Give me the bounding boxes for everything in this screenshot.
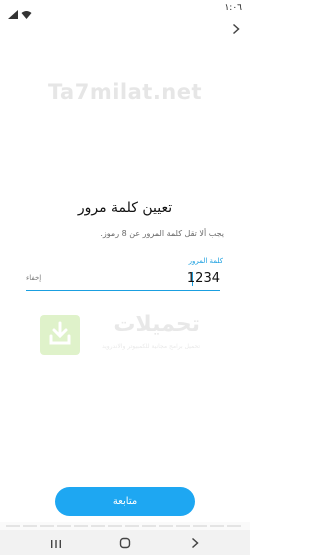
watermark-logo-subtext: تحميل برامج مجانية للكمبيوتر والاندرويد xyxy=(101,343,200,350)
nav-back-button[interactable] xyxy=(185,535,205,551)
signal-icon xyxy=(8,4,18,19)
continue-button[interactable]: متابعة xyxy=(55,487,195,516)
footer-strip-text xyxy=(6,525,244,527)
watermark-logo-text: تحميلات xyxy=(113,312,200,337)
home-button[interactable] xyxy=(115,535,135,551)
back-button[interactable] xyxy=(229,22,243,36)
watermark-logo: تحميلات تحميل برامج مجانية للكمبيوتر وال… xyxy=(40,312,200,358)
status-bar: ١:٠٦ xyxy=(0,0,250,19)
status-icons xyxy=(8,4,32,19)
password-value: 1234 xyxy=(186,271,220,286)
chevron-right-icon xyxy=(232,20,240,39)
footer-strip xyxy=(0,522,250,530)
home-icon xyxy=(119,534,131,553)
watermark-site-text: Ta7milat.net xyxy=(47,80,203,104)
download-icon xyxy=(40,315,80,355)
recents-button[interactable] xyxy=(46,535,66,551)
hide-password-toggle[interactable]: إخفاء xyxy=(26,274,41,282)
password-hint: يجب ألا تقل كلمة المرور عن 8 رموز. xyxy=(100,229,224,238)
page-title: تعيين كلمة مرور xyxy=(77,200,173,216)
password-field[interactable]: 1234 إخفاء xyxy=(26,268,220,291)
recents-icon xyxy=(50,534,62,553)
wifi-icon xyxy=(21,4,32,19)
status-time: ١:٠٦ xyxy=(224,3,242,13)
navigation-bar xyxy=(0,530,250,555)
chevron-right-icon xyxy=(191,534,199,553)
password-label: كلمة المرور xyxy=(188,257,223,265)
